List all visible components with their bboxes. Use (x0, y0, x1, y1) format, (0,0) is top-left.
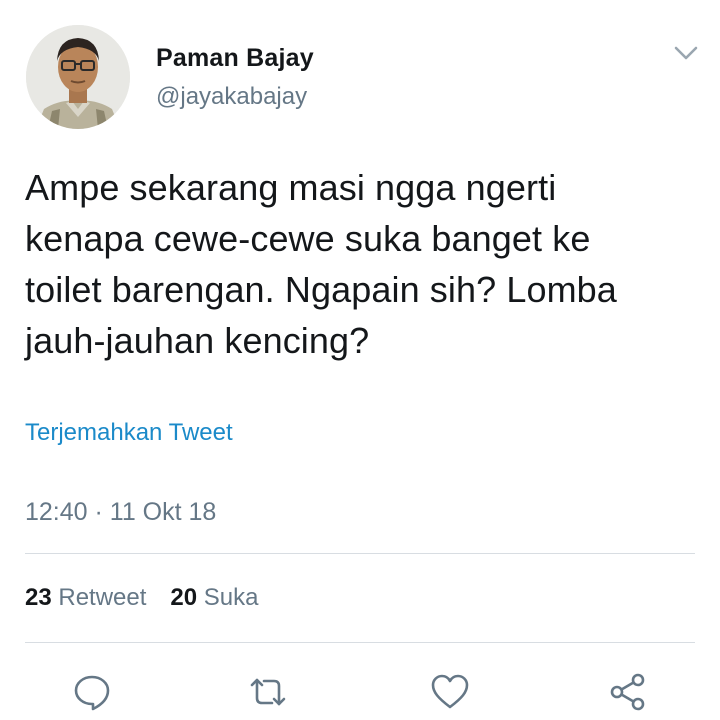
tweet-text: Ampe sekarang masi ngga ngerti kenapa ce… (25, 162, 695, 366)
retweets-stat[interactable]: 23 Retweet (25, 584, 146, 612)
reply-button[interactable] (72, 672, 112, 712)
tweet-action-bar (0, 672, 720, 712)
likes-count: 20 (170, 584, 198, 611)
tweet-text-line: toilet barengan. Ngapain sih? Lomba (25, 269, 617, 310)
likes-stat[interactable]: 20 Suka (170, 584, 258, 612)
retweets-label: Retweet (58, 584, 147, 611)
tweet-text-line: Ampe sekarang masi ngga ngerti (25, 167, 557, 208)
retweets-count: 23 (25, 584, 52, 611)
divider (25, 642, 695, 643)
chevron-down-icon[interactable] (670, 40, 702, 66)
tweet-text-line: jauh-jauhan kencing? (25, 320, 370, 361)
tweet-text-line: kenapa cewe-cewe suka banget ke (25, 218, 591, 259)
retweet-icon (250, 678, 286, 706)
share-icon (610, 673, 645, 711)
likes-label: Suka (203, 584, 259, 611)
engagement-stats: 23 Retweet 20 Suka (25, 584, 259, 612)
author-display-name[interactable]: Paman Bajay (156, 44, 314, 73)
translate-tweet-link[interactable]: Terjemahkan Tweet (25, 419, 233, 447)
like-button[interactable] (430, 672, 470, 712)
heart-icon (431, 674, 469, 709)
tweet-timestamp[interactable]: 12:40 · 11 Okt 18 (25, 498, 216, 527)
divider (25, 553, 695, 554)
share-button[interactable] (608, 672, 648, 712)
author-handle[interactable]: @jayakabajay (156, 83, 307, 111)
retweet-button[interactable] (248, 672, 288, 712)
reply-icon (74, 675, 110, 711)
avatar[interactable] (26, 25, 130, 129)
